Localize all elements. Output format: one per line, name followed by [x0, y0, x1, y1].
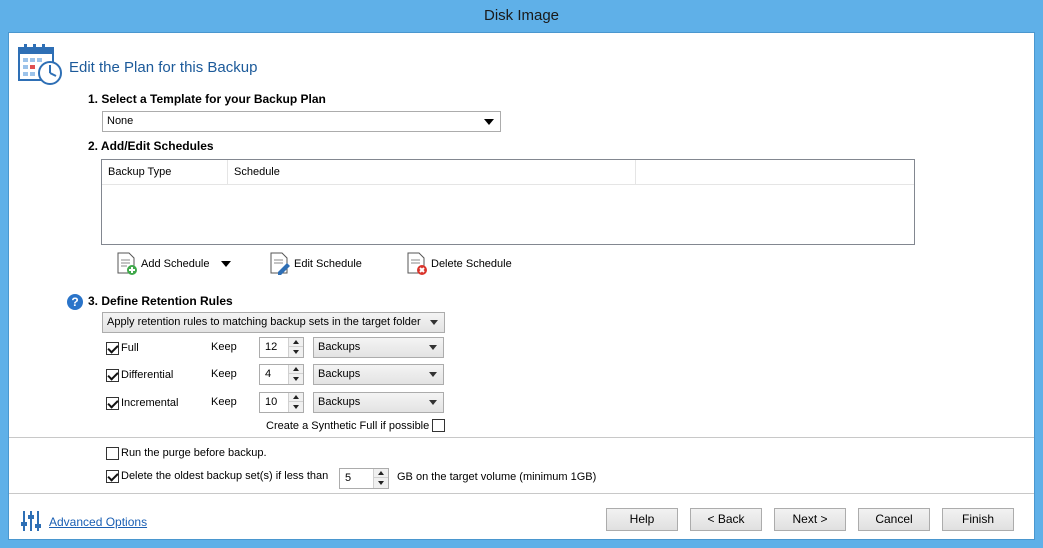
stepper-down-icon[interactable] [374, 478, 388, 487]
edit-schedule-button[interactable]: Edit Schedule [268, 250, 368, 278]
add-document-icon [117, 252, 137, 275]
incremental-unit-select[interactable]: Backups [313, 392, 444, 413]
delete-schedule-button[interactable]: Delete Schedule [405, 250, 515, 278]
full-keep-value: 12 [265, 341, 278, 353]
template-select-value: None [107, 115, 134, 127]
app-window: Disk Image Edit the Plan for this Backup [0, 0, 1043, 548]
full-keep-stepper[interactable]: 12 [259, 337, 304, 358]
retention-mode-value: Apply retention rules to matching backup… [107, 316, 421, 328]
divider [9, 493, 1034, 494]
chevron-down-icon [429, 400, 437, 405]
schedules-list-header: Backup Type Schedule [102, 160, 914, 185]
dialog-body: Edit the Plan for this Backup 1. Select … [8, 32, 1035, 540]
differential-unit-value: Backups [318, 368, 361, 380]
incremental-keep-value: 10 [265, 396, 278, 408]
advanced-options-link[interactable]: Advanced Options [49, 515, 147, 529]
incremental-keep-label: Keep [211, 396, 237, 408]
differential-label: Differential [121, 369, 174, 381]
stepper-down-icon[interactable] [289, 347, 303, 356]
help-icon[interactable]: ? [67, 294, 83, 310]
full-checkbox[interactable] [106, 342, 119, 355]
synthetic-full-label: Create a Synthetic Full if possible [266, 420, 430, 432]
purge-checkbox[interactable] [106, 447, 119, 460]
delete-oldest-value: 5 [345, 472, 352, 484]
purge-label: Run the purge before backup. [121, 447, 267, 459]
help-button[interactable]: Help [606, 508, 678, 531]
delete-oldest-suffix: GB on the target volume (minimum 1GB) [397, 471, 597, 483]
add-schedule-dropdown-icon[interactable] [221, 261, 231, 267]
stepper-up-icon[interactable] [289, 393, 303, 402]
edit-document-icon [270, 252, 290, 275]
delete-document-icon [407, 252, 427, 275]
stepper-up-icon[interactable] [289, 338, 303, 347]
chevron-down-icon [484, 119, 494, 125]
stepper-up-icon[interactable] [289, 365, 303, 374]
differential-keep-stepper[interactable]: 4 [259, 364, 304, 385]
synthetic-full-checkbox[interactable] [432, 419, 445, 432]
differential-checkbox[interactable] [106, 369, 119, 382]
schedules-section-label: 2. Add/Edit Schedules [88, 139, 214, 153]
differential-keep-value: 4 [265, 368, 272, 380]
full-label: Full [121, 342, 139, 354]
template-select[interactable]: None [102, 111, 501, 132]
full-unit-value: Backups [318, 341, 361, 353]
divider [9, 437, 1034, 438]
stepper-up-icon[interactable] [374, 469, 388, 478]
chevron-down-icon [429, 372, 437, 377]
differential-keep-label: Keep [211, 368, 237, 380]
column-header-schedule[interactable]: Schedule [228, 160, 636, 185]
full-unit-select[interactable]: Backups [313, 337, 444, 358]
window-title: Disk Image [0, 0, 1043, 32]
finish-button[interactable]: Finish [942, 508, 1014, 531]
chevron-down-icon [430, 320, 438, 325]
full-keep-label: Keep [211, 341, 237, 353]
incremental-unit-value: Backups [318, 396, 361, 408]
delete-oldest-label: Delete the oldest backup set(s) if less … [121, 470, 329, 482]
edit-schedule-label: Edit Schedule [294, 258, 362, 270]
chevron-down-icon [429, 345, 437, 350]
back-button[interactable]: < Back [690, 508, 762, 531]
incremental-checkbox[interactable] [106, 397, 119, 410]
retention-mode-select[interactable]: Apply retention rules to matching backup… [102, 312, 445, 333]
column-header-backup-type[interactable]: Backup Type [102, 160, 228, 185]
next-button[interactable]: Next > [774, 508, 846, 531]
add-schedule-label: Add Schedule [141, 258, 210, 270]
schedules-list[interactable]: Backup Type Schedule [101, 159, 915, 245]
template-section-label: 1. Select a Template for your Backup Pla… [88, 92, 326, 106]
add-schedule-button[interactable]: Add Schedule [115, 250, 225, 278]
retention-section-label: 3. Define Retention Rules [88, 294, 233, 308]
incremental-keep-stepper[interactable]: 10 [259, 392, 304, 413]
cancel-button[interactable]: Cancel [858, 508, 930, 531]
calendar-clock-icon [17, 43, 63, 90]
incremental-label: Incremental [121, 397, 179, 409]
differential-unit-select[interactable]: Backups [313, 364, 444, 385]
sliders-icon[interactable] [19, 509, 43, 536]
delete-schedule-label: Delete Schedule [431, 258, 512, 270]
stepper-down-icon[interactable] [289, 374, 303, 383]
stepper-down-icon[interactable] [289, 402, 303, 411]
delete-oldest-stepper[interactable]: 5 [339, 468, 389, 489]
delete-oldest-checkbox[interactable] [106, 470, 119, 483]
page-title: Edit the Plan for this Backup [69, 59, 258, 76]
